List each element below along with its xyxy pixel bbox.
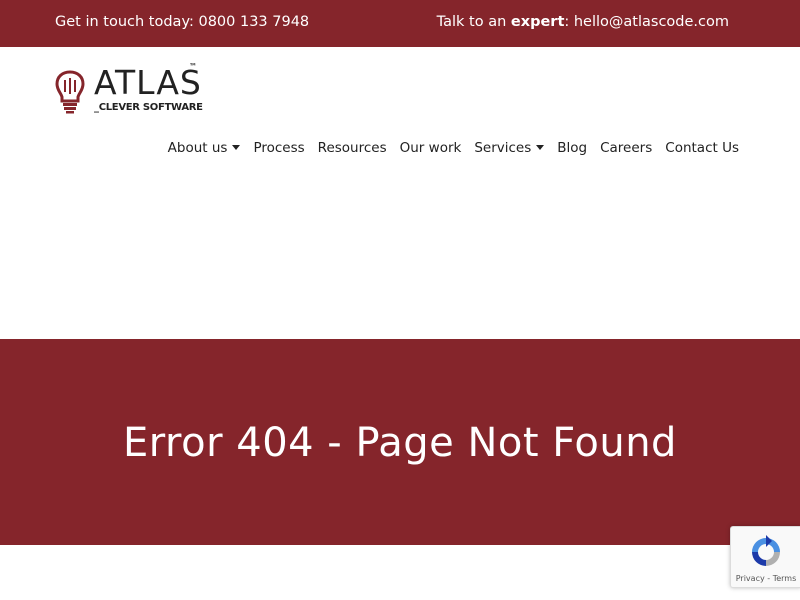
- top-contact-bar: Get in touch today: 0800 133 7948 Talk t…: [0, 0, 800, 47]
- recaptcha-links: Privacy - Terms: [731, 574, 800, 583]
- logo-wordmark: ATLAS: [94, 63, 202, 102]
- talk-prefix: Talk to an: [436, 14, 511, 30]
- nav-item-careers[interactable]: Careers: [600, 140, 652, 156]
- page-title: Error 404 - Page Not Found: [123, 420, 677, 466]
- nav-item-about-us[interactable]: About us: [168, 140, 241, 156]
- talk-email: : hello@atlascode.com: [564, 14, 729, 30]
- talk-expert: expert: [510, 14, 565, 30]
- trademark-symbol: ™: [189, 62, 197, 71]
- nav-label: Blog: [557, 140, 588, 156]
- recaptcha-icon: [748, 534, 784, 574]
- terms-link[interactable]: Terms: [773, 574, 797, 583]
- site-logo[interactable]: ATLAS ™ _CLEVER SOFTWARE: [54, 62, 214, 118]
- email-contact[interactable]: Talk to an expert: hello@atlascode.com: [437, 14, 729, 30]
- nav-label: Contact Us: [665, 140, 739, 156]
- nav-label: Process: [253, 140, 305, 156]
- privacy-link[interactable]: Privacy: [736, 574, 765, 583]
- error-hero-banner: Error 404 - Page Not Found: [0, 339, 800, 545]
- nav-label: Resources: [317, 140, 387, 156]
- link-separator: -: [764, 574, 773, 583]
- nav-item-resources[interactable]: Resources: [318, 140, 387, 156]
- nav-item-process[interactable]: Process: [253, 140, 304, 156]
- caret-down-icon: [232, 145, 241, 150]
- nav-item-contact-us[interactable]: Contact Us: [665, 140, 739, 156]
- nav-label: Our work: [399, 140, 462, 156]
- nav-label: About us: [167, 140, 228, 156]
- nav-label: Careers: [600, 140, 653, 156]
- recaptcha-badge[interactable]: Privacy - Terms: [730, 526, 800, 588]
- nav-item-blog[interactable]: Blog: [557, 140, 587, 156]
- main-navigation: About us Process Resources Our work Serv…: [155, 140, 739, 156]
- nav-label: Services: [474, 140, 532, 156]
- nav-item-services[interactable]: Services: [474, 140, 545, 156]
- logo-tagline: _CLEVER SOFTWARE: [94, 102, 203, 113]
- phone-contact[interactable]: Get in touch today: 0800 133 7948: [55, 14, 309, 30]
- lightbulb-head-icon: [54, 70, 86, 118]
- caret-down-icon: [536, 145, 545, 150]
- nav-item-our-work[interactable]: Our work: [400, 140, 462, 156]
